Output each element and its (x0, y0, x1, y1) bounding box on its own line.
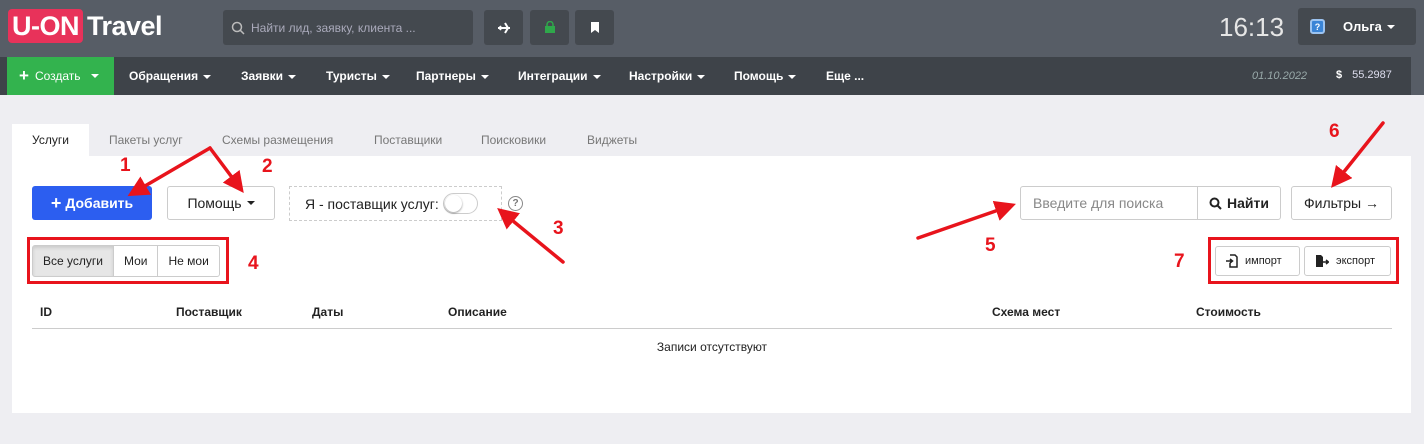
table-header-divider (32, 328, 1392, 329)
menu-item-orders[interactable]: Заявки (241, 57, 296, 95)
column-header-description[interactable]: Описание (448, 305, 507, 319)
annotation-number-2: 2 (262, 156, 273, 177)
add-button[interactable]: + Добавить (32, 186, 152, 220)
column-header-id[interactable]: ID (40, 305, 52, 319)
column-header-seat-scheme[interactable]: Схема мест (992, 305, 1060, 319)
annotation-number-3: 3 (553, 218, 564, 239)
help-dropdown[interactable]: Помощь (167, 186, 275, 220)
menu-label: Интеграции (518, 69, 588, 83)
menu-item-help[interactable]: Помощь (734, 57, 797, 95)
user-name: Ольга (1343, 19, 1382, 34)
global-search[interactable] (223, 10, 473, 45)
annotation-number-5: 5 (985, 235, 996, 256)
search-input[interactable] (1020, 186, 1198, 220)
annotation-number-7: 7 (1174, 251, 1185, 272)
supplier-toggle-label: Я - поставщик услуг: (305, 195, 439, 212)
plus-icon: + (50, 192, 62, 213)
menu-label: Еще ... (826, 69, 865, 83)
chevron-down-icon (381, 74, 390, 79)
tab-accommodation-schemes[interactable]: Схемы размещения (222, 124, 333, 156)
find-button[interactable]: Найти (1197, 186, 1281, 220)
tab-search-engines[interactable]: Поисковики (481, 124, 546, 156)
question-icon[interactable]: ? (508, 196, 523, 211)
menu-item-partners[interactable]: Партнеры (416, 57, 489, 95)
column-header-dates[interactable]: Даты (312, 305, 343, 319)
chevron-down-icon (697, 74, 706, 79)
toggle-knob (444, 195, 462, 212)
plus-icon: + (19, 66, 29, 85)
menu-item-integrations[interactable]: Интеграции (518, 57, 601, 95)
clock: 16:13 (1219, 12, 1285, 42)
chevron-down-icon (480, 74, 489, 79)
tab-service-packages[interactable]: Пакеты услуг (109, 124, 183, 156)
chevron-down-icon (592, 74, 601, 79)
menu-label: Партнеры (416, 69, 476, 83)
annotation-number-1: 1 (120, 155, 131, 176)
menu-label: Помощь (734, 69, 784, 83)
empty-table-message: Записи отсутствуют (656, 340, 768, 354)
menu-item-tourists[interactable]: Туристы (326, 57, 390, 95)
main-menu: + Создать Обращения Заявки Туристы Партн… (0, 57, 1424, 95)
bookmark-icon (590, 22, 599, 33)
annotation-box-4 (27, 237, 229, 284)
chevron-down-icon (287, 74, 296, 79)
logo[interactable]: U-ON Travel (8, 9, 163, 43)
bookmark-button[interactable] (575, 10, 614, 45)
user-menu[interactable]: ? Ольга (1298, 8, 1416, 45)
filters-button[interactable]: Фильтры → (1291, 186, 1392, 220)
menu-item-more[interactable]: Еще ... (826, 57, 864, 95)
menu-label: Заявки (241, 69, 283, 83)
create-label: Создать (34, 69, 81, 83)
create-button[interactable]: + Создать (7, 57, 114, 95)
column-header-cost[interactable]: Стоимость (1196, 305, 1261, 319)
annotation-box-7 (1208, 237, 1399, 284)
airplane-icon (497, 21, 510, 34)
supplier-toggle[interactable] (442, 193, 478, 214)
top-bar: U-ON Travel 16:13 ? Ольга (0, 0, 1424, 57)
global-search-input[interactable] (251, 20, 461, 35)
menu-item-requests[interactable]: Обращения (129, 57, 212, 95)
rate-value: 55.2987 (1352, 69, 1392, 81)
annotation-number-6: 6 (1329, 121, 1340, 142)
chevron-down-icon (203, 74, 212, 79)
current-date: 01.10.2022 (1252, 70, 1308, 82)
logo-text: Travel (87, 10, 163, 41)
supplier-toggle-group: Я - поставщик услуг: (289, 186, 502, 221)
scrollbar[interactable] (1411, 57, 1424, 95)
menu-label: Туристы (326, 69, 377, 83)
column-header-supplier[interactable]: Поставщик (176, 305, 242, 319)
menu-item-settings[interactable]: Настройки (629, 57, 706, 95)
search-icon (231, 21, 245, 35)
chevron-down-icon (90, 74, 99, 78)
menu-label: Настройки (629, 69, 693, 83)
tab-services[interactable]: Услуги (12, 124, 89, 156)
logo-brand: U-ON (8, 9, 83, 43)
find-label: Найти (1227, 195, 1269, 211)
help-label: Помощь (187, 195, 242, 211)
currency-rate: $55.2987 (1336, 69, 1392, 81)
flight-button[interactable] (484, 10, 523, 45)
add-label: Добавить (65, 195, 134, 211)
tab-widgets[interactable]: Виджеты (587, 124, 637, 156)
search-icon (1209, 197, 1222, 210)
annotation-number-4: 4 (248, 253, 259, 274)
lock-icon (544, 21, 555, 33)
menu-label: Обращения (129, 69, 199, 83)
lock-button[interactable] (530, 10, 569, 45)
tab-suppliers[interactable]: Поставщики (374, 124, 442, 156)
chevron-down-icon (246, 201, 255, 205)
chevron-down-icon (788, 74, 797, 79)
dollar-icon: $ (1336, 69, 1343, 81)
chevron-down-icon (1386, 24, 1395, 29)
help-badge-icon: ? (1310, 19, 1325, 34)
